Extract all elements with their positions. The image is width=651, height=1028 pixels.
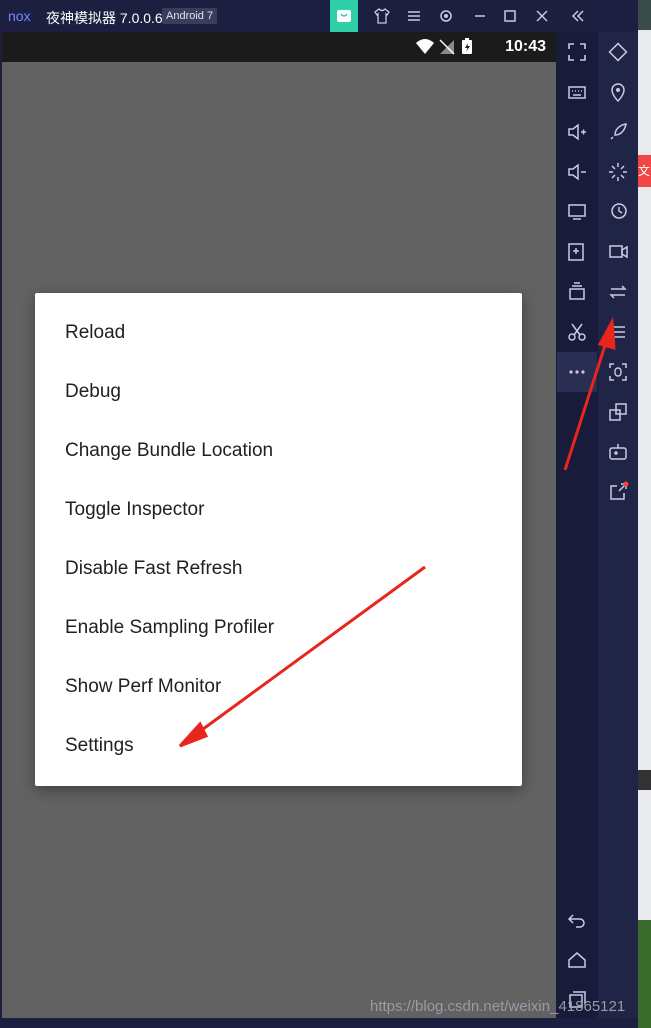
volume-up-icon[interactable] — [557, 112, 597, 152]
store-bag-icon[interactable] — [330, 0, 358, 32]
rocket-icon[interactable] — [598, 112, 638, 152]
android-screen[interactable]: 10:43 Reload Debug Change Bundle Locatio… — [2, 32, 556, 1018]
video-record-icon[interactable] — [598, 232, 638, 272]
volume-down-icon[interactable] — [557, 152, 597, 192]
collapse-sidebar-icon[interactable] — [563, 4, 591, 28]
background-red-tab: 文 — [638, 155, 651, 187]
maximize-icon[interactable] — [496, 4, 524, 28]
back-icon[interactable] — [557, 900, 597, 940]
fullscreen-icon[interactable] — [557, 32, 597, 72]
sync-operations-icon[interactable] — [598, 272, 638, 312]
apk-install-icon[interactable] — [557, 232, 597, 272]
menu-item-disable-fast-refresh[interactable]: Disable Fast Refresh — [65, 539, 242, 598]
app-title: 夜神模拟器 7.0.0.6 — [46, 10, 163, 26]
gear-icon[interactable] — [432, 4, 460, 28]
emulator-titlebar: nox 夜神模拟器 7.0.0.6 Android 7 — [0, 0, 598, 32]
react-native-dev-menu: Reload Debug Change Bundle Location Togg… — [35, 293, 522, 786]
csdn-watermark: https://blog.csdn.net/weixin_41865121 — [370, 998, 626, 1015]
background-window-edge: 文 — [638, 0, 651, 1028]
menu-item-enable-sampling-profiler[interactable]: Enable Sampling Profiler — [65, 598, 274, 657]
loading-icon[interactable] — [598, 152, 638, 192]
home-icon[interactable] — [557, 940, 597, 980]
hamburger-menu-icon[interactable] — [598, 312, 638, 352]
menu-icon[interactable] — [400, 4, 428, 28]
status-time: 10:43 — [505, 38, 546, 55]
status-icons — [416, 38, 472, 55]
location-pin-icon[interactable] — [598, 72, 638, 112]
menu-item-change-bundle-location[interactable]: Change Bundle Location — [65, 421, 273, 480]
screenshot-icon[interactable] — [598, 352, 638, 392]
menu-item-show-perf-monitor[interactable]: Show Perf Monitor — [65, 657, 221, 716]
menu-item-settings[interactable]: Settings — [65, 716, 134, 775]
emulator-toolbar-secondary — [598, 32, 638, 1018]
emulator-toolbar-primary — [556, 32, 598, 1018]
minimize-icon[interactable] — [466, 4, 494, 28]
more-options-icon[interactable] — [557, 352, 597, 392]
close-icon[interactable] — [528, 4, 556, 28]
menu-item-reload[interactable]: Reload — [65, 303, 125, 362]
android-version-badge: Android 7 — [162, 8, 218, 24]
scissors-icon[interactable] — [557, 312, 597, 352]
wifi-icon — [416, 39, 434, 54]
macro-record-icon[interactable] — [598, 192, 638, 232]
multi-window-icon[interactable] — [557, 272, 597, 312]
keyboard-icon[interactable] — [557, 72, 597, 112]
nox-logo: nox — [8, 8, 31, 24]
rotate-icon[interactable] — [598, 32, 638, 72]
menu-item-toggle-inspector[interactable]: Toggle Inspector — [65, 480, 204, 539]
svg-text:nox: nox — [8, 8, 31, 24]
multi-instance-icon[interactable] — [598, 392, 638, 432]
shirt-skin-icon[interactable] — [368, 4, 396, 28]
android-statusbar: 10:43 — [2, 32, 556, 62]
share-external-icon[interactable] — [598, 472, 638, 512]
menu-item-debug[interactable]: Debug — [65, 362, 121, 421]
gamepad-icon[interactable] — [598, 432, 638, 472]
screen-icon[interactable] — [557, 192, 597, 232]
